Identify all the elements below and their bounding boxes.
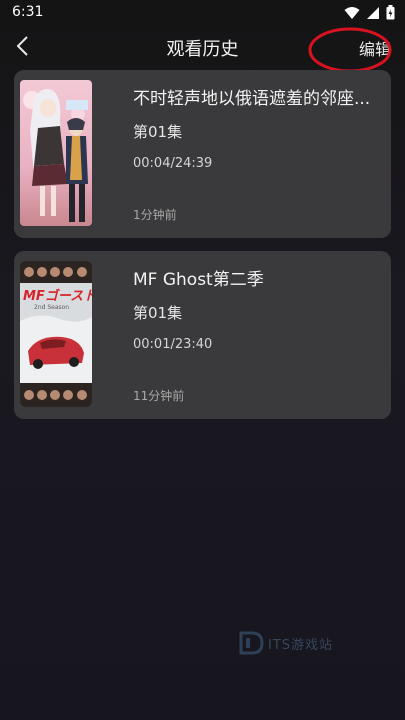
poster-subtitle-text: 2nd Season bbox=[34, 304, 70, 311]
video-title: 不时轻声地以俄语遮羞的邻座... bbox=[133, 89, 371, 109]
watched-time-ago: 1分钟前 bbox=[133, 208, 177, 222]
history-card[interactable]: 不时轻声地以俄语遮羞的邻座... 第01集 00:04/24:39 1分钟前 bbox=[14, 70, 391, 238]
episode-label: 第01集 bbox=[133, 304, 183, 322]
top-bar: 观看历史 编辑 bbox=[0, 26, 405, 68]
signal-icon bbox=[367, 6, 379, 19]
poster-logo-text: MFゴースト bbox=[23, 289, 92, 304]
page-title: 观看历史 bbox=[166, 39, 239, 60]
watermark-text: ITS游戏站 bbox=[268, 637, 334, 653]
wifi-icon bbox=[344, 6, 360, 19]
episode-label: 第01集 bbox=[133, 123, 183, 141]
status-icons bbox=[344, 5, 395, 20]
battery-icon bbox=[386, 5, 395, 20]
watermark-logo-icon bbox=[239, 631, 264, 655]
poster-image: MFゴースト 2nd Season bbox=[20, 261, 92, 407]
watermark: ITS游戏站 bbox=[238, 630, 333, 656]
edit-button[interactable]: 编辑 bbox=[359, 36, 391, 60]
playback-progress: 00:04/24:39 bbox=[133, 156, 213, 171]
playback-progress: 00:01/23:40 bbox=[133, 337, 213, 352]
status-time: 6:31 bbox=[12, 4, 44, 20]
watched-time-ago: 11分钟前 bbox=[133, 389, 185, 403]
history-card[interactable]: MFゴースト 2nd Season MF Ghost第二季 第01集 00:01… bbox=[14, 251, 391, 419]
poster-image bbox=[20, 80, 92, 226]
status-bar: 6:31 bbox=[0, 0, 405, 26]
video-title: MF Ghost第二季 bbox=[133, 270, 264, 290]
